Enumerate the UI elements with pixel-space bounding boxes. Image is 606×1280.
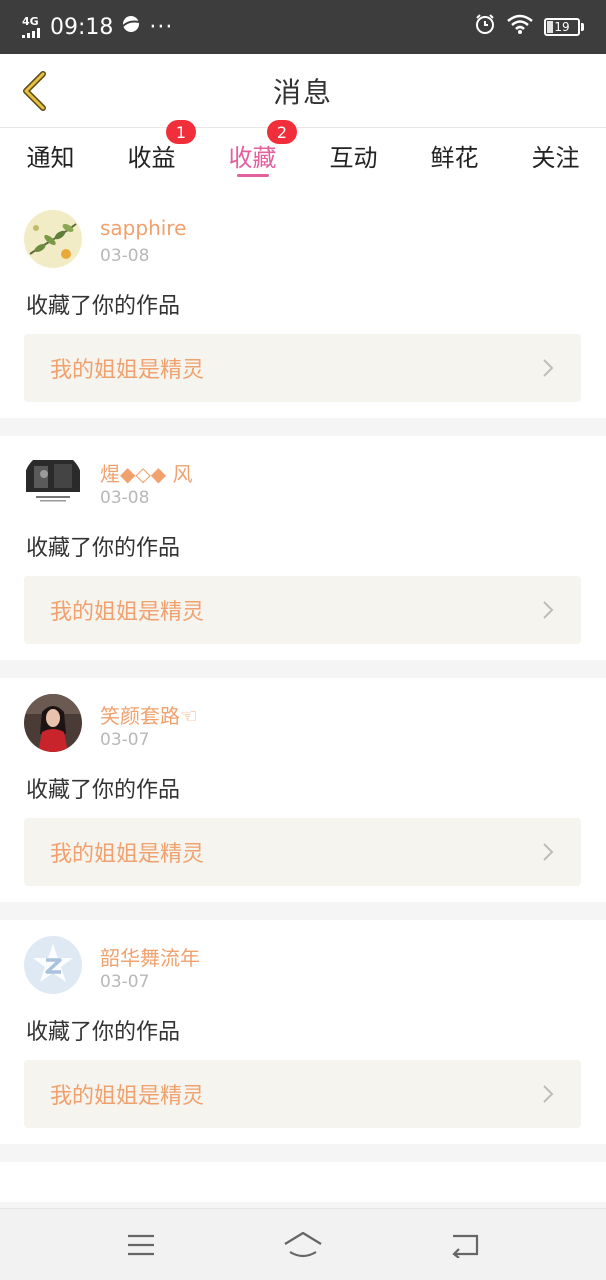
network-type: 4G [22, 15, 39, 28]
tab-follows[interactable]: 关注 [505, 128, 606, 194]
username[interactable]: 韶华舞流年 [100, 942, 200, 971]
back-icon [452, 1234, 479, 1258]
username[interactable]: 煋◆◇◆ 风 [100, 458, 193, 487]
chevron-left-icon [23, 71, 46, 111]
browser-icon [121, 14, 141, 40]
status-bar: 4G 09:18 ··· 19 [0, 0, 606, 54]
alarm-icon [474, 13, 496, 41]
chevron-right-icon [543, 601, 554, 619]
message-card: 笑颜套路☜ 03-07 收藏了你的作品 我的姐姐是精灵 [0, 678, 606, 902]
username[interactable]: 笑颜套路☜ [100, 700, 198, 729]
message-date: 03-08 [100, 488, 150, 508]
message-date: 03-08 [100, 246, 150, 266]
chevron-right-icon [543, 359, 554, 377]
work-title: 我的姐姐是精灵 [50, 358, 205, 383]
wifi-icon [506, 13, 534, 41]
message-date: 03-07 [100, 730, 150, 750]
dark-photo-avatar[interactable] [24, 452, 82, 510]
message-date: 03-07 [100, 972, 150, 992]
back-nav-button[interactable] [435, 1225, 495, 1265]
message-text: 收藏了你的作品 [26, 536, 181, 561]
work-title: 我的姐姐是精灵 [50, 600, 205, 625]
message-text: 收藏了你的作品 [26, 294, 181, 319]
chevron-right-icon [543, 1085, 554, 1103]
default-z-avatar[interactable] [24, 936, 82, 994]
tab-interactions[interactable]: 互动 [303, 128, 404, 194]
tab-label: 关注 [531, 144, 580, 172]
tab-label: 收藏 [228, 144, 277, 172]
status-time: 09:18 [50, 14, 114, 40]
status-right: 19 [474, 13, 584, 41]
work-link[interactable]: 我的姐姐是精灵 [24, 1060, 581, 1128]
active-tab-indicator [236, 174, 269, 177]
username[interactable]: sapphire [100, 216, 186, 240]
battery-level: 19 [554, 20, 570, 34]
page-header: 消息 [0, 54, 606, 128]
work-link[interactable]: 我的姐姐是精灵 [24, 818, 581, 886]
system-nav-bar [0, 1208, 606, 1280]
status-left: 4G 09:18 ··· [22, 14, 173, 40]
tab-label: 通知 [26, 144, 75, 172]
message-card-partial [0, 1162, 606, 1202]
tab-label: 互动 [329, 144, 378, 172]
more-dots-icon: ··· [149, 14, 174, 40]
menu-icon [128, 1234, 154, 1255]
message-list: sapphire 03-08 收藏了你的作品 我的姐姐是精灵 煋◆◇◆ 风 03… [0, 194, 606, 1220]
work-link[interactable]: 我的姐姐是精灵 [24, 576, 581, 644]
chevron-right-icon [543, 843, 554, 861]
message-card: 韶华舞流年 03-07 收藏了你的作品 我的姐姐是精灵 [0, 920, 606, 1144]
battery-icon: 19 [544, 18, 584, 36]
plant-illustration-avatar[interactable] [24, 210, 82, 268]
tab-bar: 通知 收益 1 收藏 2 互动 鲜花 关注 [0, 120, 606, 194]
unread-badge: 1 [166, 120, 196, 144]
tab-label: 鲜花 [430, 144, 479, 172]
home-icon [284, 1231, 322, 1257]
message-text: 收藏了你的作品 [26, 778, 181, 803]
work-title: 我的姐姐是精灵 [50, 1084, 205, 1109]
menu-button[interactable] [111, 1225, 171, 1265]
tab-notifications[interactable]: 通知 [0, 128, 101, 194]
unread-badge: 2 [267, 120, 297, 144]
page-title: 消息 [272, 75, 333, 109]
tab-earnings[interactable]: 收益 1 [101, 120, 202, 194]
tab-label: 收益 [127, 144, 176, 172]
back-button[interactable] [14, 68, 54, 114]
message-text: 收藏了你的作品 [26, 1020, 181, 1045]
tab-flowers[interactable]: 鲜花 [404, 128, 505, 194]
work-title: 我的姐姐是精灵 [50, 842, 205, 867]
tab-favorites[interactable]: 收藏 2 [202, 120, 303, 194]
work-link[interactable]: 我的姐姐是精灵 [24, 334, 581, 402]
message-card: 煋◆◇◆ 风 03-08 收藏了你的作品 我的姐姐是精灵 [0, 436, 606, 660]
girl-red-dress-avatar[interactable] [24, 694, 82, 752]
message-card: sapphire 03-08 收藏了你的作品 我的姐姐是精灵 [0, 194, 606, 418]
home-button[interactable] [273, 1225, 333, 1265]
signal-icon: 4G [22, 16, 40, 38]
